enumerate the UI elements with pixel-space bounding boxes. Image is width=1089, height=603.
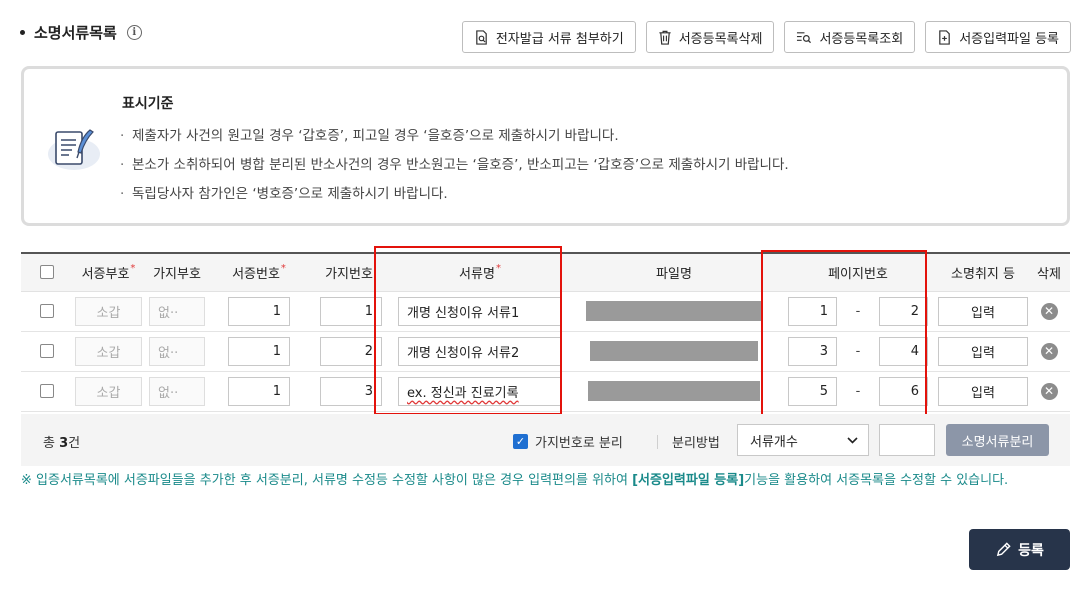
page-from-input[interactable]: 1 <box>788 296 837 326</box>
page-from-input[interactable]: 5 <box>788 376 837 406</box>
display-criteria-box: 표시기준 · 제출자가 사건의 원고일 경우 ‘갑호증’, 피고일 경우 ‘을호증… <box>21 66 1070 226</box>
delete-evidence-list-label: 서증등목록삭제 <box>678 31 763 47</box>
delete-row-icon[interactable]: ✕ <box>1040 382 1058 400</box>
doc-name-input[interactable]: ex. 정신과 진료기록 <box>398 376 562 406</box>
branch-code-select[interactable]: 없·· <box>149 336 205 366</box>
checkmark-icon: ✓ <box>513 434 528 449</box>
file-name-redacted <box>590 341 758 361</box>
criteria-item: · 본소가 소취하되어 병합 분리된 반소사건의 경우 반소원고는 ‘을호증’, … <box>120 157 789 173</box>
table-row: 소갑 없·· 1 2 개명 신청이유 서류2 3-4 입력 ✕ <box>21 331 1070 371</box>
split-by-branch-checkbox[interactable]: ✓ 가지번호로 분리 <box>513 432 623 451</box>
doc-name-input[interactable]: 개명 신청이유 서류1 <box>398 296 562 326</box>
summary-bar: 총 3건 ✓ 가지번호로 분리 분리방법 서류개수 소명서류분리 <box>21 414 1070 466</box>
register-button[interactable]: 등록 <box>969 529 1070 570</box>
notice-text: ※ 입증서류목록에 서증파일들을 추가한 후 서증분리, 서류명 수정등 수정할… <box>21 473 1009 488</box>
header-cancel: 소명취지 등 <box>938 253 1028 292</box>
select-all-checkbox[interactable] <box>40 265 54 280</box>
total-count: 총 3건 <box>43 436 81 451</box>
table-header-row: 서증부호* 가지부호 서증번호* 가지번호 서류명* 파일명 페이지번호 소명취… <box>21 253 1070 292</box>
register-input-file-label: 서증입력파일 등록 <box>959 31 1059 47</box>
file-name-redacted <box>588 381 760 401</box>
attach-electronic-doc-label: 전자발급 서류 첨부하기 <box>495 31 624 47</box>
evidence-code-select[interactable]: 소갑 <box>75 296 142 326</box>
split-documents-button[interactable]: 소명서류분리 <box>946 424 1049 456</box>
info-icon[interactable]: i <box>126 25 142 40</box>
chevron-down-icon <box>847 436 858 444</box>
evidence-no-input[interactable]: 1 <box>228 376 290 406</box>
delete-evidence-list-button[interactable]: 서증등목록삭제 <box>645 21 775 53</box>
header-page-no: 페이지번호 <box>778 253 938 292</box>
view-evidence-list-label: 서증등목록조회 <box>819 31 904 47</box>
row-checkbox[interactable] <box>40 384 54 398</box>
list-search-icon <box>797 31 812 43</box>
evidence-code-select[interactable]: 소갑 <box>75 336 142 366</box>
branch-no-input[interactable]: 3 <box>320 376 382 406</box>
header-file-name: 파일명 <box>570 253 778 292</box>
branch-code-select[interactable]: 없·· <box>149 296 205 326</box>
page-from-input[interactable]: 3 <box>788 336 837 366</box>
section-title: 소명서류목록 <box>34 24 117 42</box>
page-to-input[interactable]: 6 <box>879 376 928 406</box>
toolbar: 전자발급 서류 첨부하기 서증등목록삭제 서증등목록조회 서증입력파일 등록 <box>461 21 1071 53</box>
pencil-icon <box>996 542 1011 557</box>
evidence-code-select[interactable]: 소갑 <box>75 376 142 406</box>
split-method-select[interactable]: 서류개수 <box>737 424 869 456</box>
page-to-input[interactable]: 2 <box>879 296 928 326</box>
bullet-icon <box>20 30 25 35</box>
header-evidence-no: 서증번호* <box>210 253 308 292</box>
document-quill-icon <box>48 129 100 170</box>
trash-icon <box>659 30 671 45</box>
branch-no-input[interactable]: 1 <box>320 296 382 326</box>
row-checkbox[interactable] <box>40 344 54 358</box>
branch-no-input[interactable]: 2 <box>320 336 382 366</box>
row-checkbox[interactable] <box>40 304 54 318</box>
header-branch-code: 가지부호 <box>144 253 210 292</box>
delete-row-icon[interactable]: ✕ <box>1040 302 1058 320</box>
evidence-table: 서증부호* 가지부호 서증번호* 가지번호 서류명* 파일명 페이지번호 소명취… <box>21 252 1070 412</box>
header-evidence-code: 서증부호* <box>73 253 144 292</box>
criteria-item: · 독립당사자 참가인은 ‘병호증’으로 제출하시기 바랍니다. <box>120 186 448 202</box>
register-input-file-button[interactable]: 서증입력파일 등록 <box>925 21 1071 53</box>
criteria-title: 표시기준 <box>122 96 174 112</box>
evidence-no-input[interactable]: 1 <box>228 296 290 326</box>
criteria-list: · 제출자가 사건의 원고일 경우 ‘갑호증’, 피고일 경우 ‘을호증’으로 제… <box>120 127 789 214</box>
file-add-icon <box>939 29 950 45</box>
evidence-table-wrap: 서증부호* 가지부호 서증번호* 가지번호 서류명* 파일명 페이지번호 소명취… <box>21 252 1070 412</box>
criteria-item: · 제출자가 사건의 원고일 경우 ‘갑호증’, 피고일 경우 ‘을호증’으로 제… <box>120 128 619 144</box>
split-method-label: 분리방법 <box>657 432 720 451</box>
delete-row-icon[interactable]: ✕ <box>1040 342 1058 360</box>
branch-code-select[interactable]: 없·· <box>149 376 205 406</box>
table-row: 소갑 없·· 1 3 ex. 정신과 진료기록 5-6 입력 ✕ <box>21 371 1070 411</box>
table-row: 소갑 없·· 1 1 개명 신청이유 서류1 1-2 입력 ✕ <box>21 291 1070 331</box>
doc-name-input[interactable]: 개명 신청이유 서류2 <box>398 336 562 366</box>
attach-electronic-doc-button[interactable]: 전자발급 서류 첨부하기 <box>461 21 636 53</box>
section-header: 소명서류목록 i <box>20 22 142 43</box>
file-name-redacted <box>586 301 762 321</box>
input-button[interactable]: 입력 <box>938 336 1028 366</box>
header-delete: 삭제 <box>1028 253 1070 292</box>
input-button[interactable]: 입력 <box>938 376 1028 406</box>
split-count-input[interactable] <box>879 424 935 456</box>
page-to-input[interactable]: 4 <box>879 336 928 366</box>
document-search-icon <box>476 29 487 45</box>
view-evidence-list-button[interactable]: 서증등목록조회 <box>784 21 916 53</box>
header-branch-no: 가지번호 <box>308 253 390 292</box>
header-doc-name: 서류명* <box>390 253 570 292</box>
evidence-no-input[interactable]: 1 <box>228 336 290 366</box>
input-button[interactable]: 입력 <box>938 296 1028 326</box>
